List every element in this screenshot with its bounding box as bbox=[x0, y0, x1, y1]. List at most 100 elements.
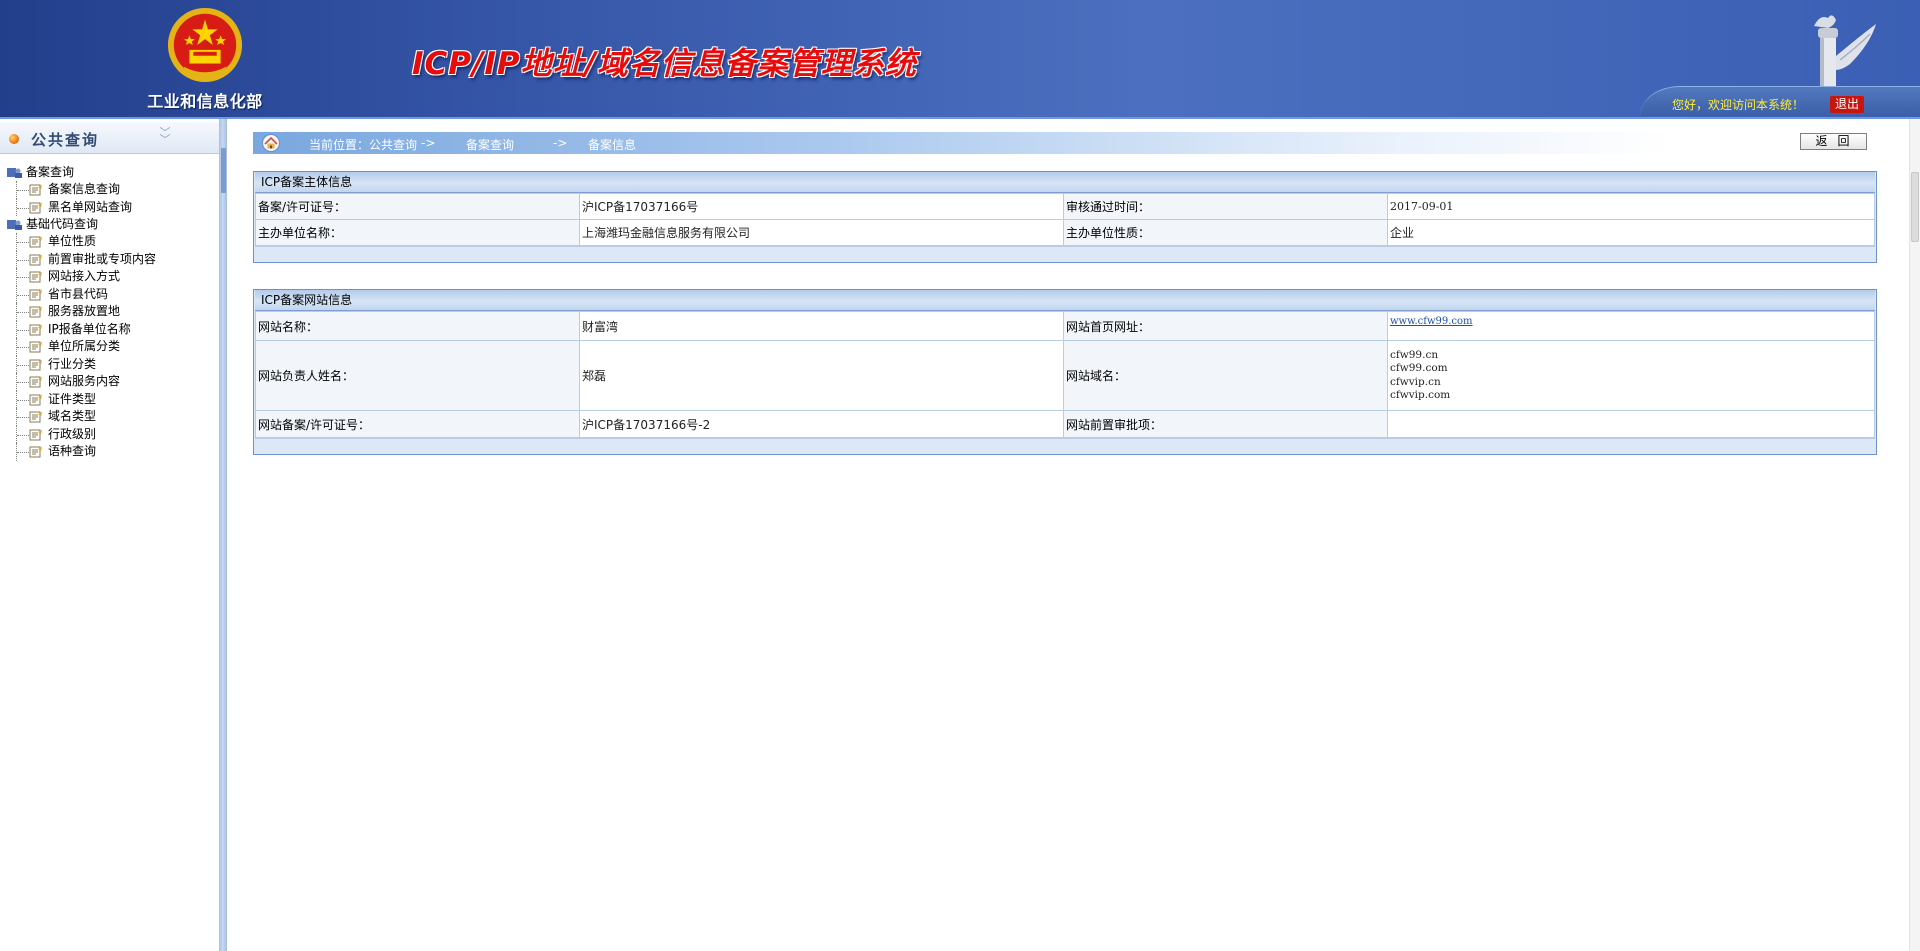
site-license-label: 网站备案/许可证号： bbox=[255, 410, 580, 438]
org-name-value: 上海潍玛金融信息服务有限公司 bbox=[579, 219, 1064, 246]
table-row: 网站负责人姓名： 郑磊 网站域名： cfw99.cn cfw99.com cfw… bbox=[255, 340, 1875, 411]
document-edit-icon bbox=[29, 324, 42, 335]
home-icon[interactable] bbox=[261, 134, 281, 152]
domain-label: 网站域名： bbox=[1063, 340, 1388, 411]
panel-title: ICP备案主体信息 bbox=[255, 172, 1875, 193]
license-label: 备案/许可证号： bbox=[255, 193, 580, 220]
entity-info-panel: ICP备案主体信息 备案/许可证号： 沪ICP备17037166号 审核通过时间… bbox=[253, 171, 1877, 263]
sidebar-item-base-code-3[interactable]: 省市县代码 bbox=[6, 285, 216, 303]
system-title: ICP/IP地址/域名信息备案管理系统 bbox=[412, 46, 917, 82]
sidebar-item-label: 服务器放置地 bbox=[48, 304, 121, 318]
pre-approval-value bbox=[1387, 410, 1875, 438]
scrollbar-thumb[interactable] bbox=[1911, 172, 1919, 242]
sidebar-item-label: IP报备单位名称 bbox=[48, 321, 131, 336]
sidebar-item-base-code-0[interactable]: 单位性质 bbox=[6, 233, 216, 251]
folder-users-icon bbox=[7, 168, 22, 178]
pre-approval-label: 网站前置审批项： bbox=[1063, 410, 1388, 438]
breadcrumb-separator: -> bbox=[553, 136, 568, 150]
tree-group-icp-query: 备案查询 备案信息查询 黑名单网站查询 bbox=[6, 164, 216, 216]
breadcrumb-separator: -> bbox=[421, 136, 436, 150]
domain-item: cfw99.com bbox=[1390, 362, 1448, 374]
sidebar-item-base-code-7[interactable]: 行业分类 bbox=[6, 355, 216, 373]
tree-group-label[interactable]: 基础代码查询 bbox=[6, 216, 216, 233]
sidebar-item-base-code-9[interactable]: 证件类型 bbox=[6, 390, 216, 408]
tree-group-label[interactable]: 备案查询 bbox=[6, 164, 216, 181]
document-edit-icon bbox=[29, 271, 42, 283]
owner-value: 郑磊 bbox=[579, 340, 1064, 411]
owner-label: 网站负责人姓名： bbox=[255, 340, 580, 411]
approve-time-value: 2017-09-01 bbox=[1387, 193, 1875, 220]
site-license-value: 沪ICP备17037166号-2 bbox=[579, 410, 1064, 438]
national-emblem-icon bbox=[167, 7, 243, 83]
sidebar-item-label: 行政级别 bbox=[48, 426, 97, 441]
entity-info-table: 备案/许可证号： 沪ICP备17037166号 审核通过时间： 2017-09-… bbox=[255, 193, 1875, 246]
sidebar-item-label: 单位所属分类 bbox=[48, 339, 121, 353]
sidebar-splitter[interactable] bbox=[219, 119, 227, 951]
domain-list: cfw99.cn cfw99.com cfwvip.cn cfwvip.com bbox=[1387, 340, 1875, 411]
document-edit-icon bbox=[29, 359, 42, 370]
document-edit-icon bbox=[29, 306, 42, 318]
breadcrumb: 当前位置：公共查询 -> 备案查询 -> 备案信息 bbox=[253, 132, 1673, 154]
sidebar-item-base-code-4[interactable]: 服务器放置地 bbox=[6, 303, 216, 321]
bullet-icon bbox=[9, 134, 19, 144]
sidebar: 公共查询 ﹀ ﹀ 备案查询 备案信息查询 黑名单网站查询 基础代码查询 单位性质… bbox=[0, 119, 221, 951]
breadcrumb-icp-info: 备案信息 bbox=[588, 138, 637, 152]
document-edit-icon bbox=[29, 446, 42, 458]
sidebar-item-label: 单位性质 bbox=[48, 234, 97, 248]
chevron-double-down-icon[interactable]: ﹀ ﹀ bbox=[158, 127, 172, 145]
sidebar-item-base-code-1[interactable]: 前置审批或专项内容 bbox=[6, 250, 216, 268]
site-name-value: 财富湾 bbox=[579, 311, 1064, 341]
panel-footer bbox=[255, 246, 1875, 262]
back-button[interactable]: 返回 bbox=[1800, 133, 1867, 150]
document-edit-icon bbox=[29, 289, 42, 300]
sidebar-item-label: 网站接入方式 bbox=[48, 269, 121, 283]
sidebar-item-label: 证件类型 bbox=[48, 391, 97, 406]
table-row: 网站备案/许可证号： 沪ICP备17037166号-2 网站前置审批项： bbox=[255, 410, 1875, 438]
breadcrumb-current-location: 当前位置：公共查询 bbox=[309, 138, 418, 152]
sidebar-item-label: 行业分类 bbox=[48, 356, 97, 371]
sidebar-item-base-code-8[interactable]: 网站服务内容 bbox=[6, 373, 216, 391]
logout-button[interactable]: 退出 bbox=[1830, 96, 1864, 113]
panel-footer bbox=[255, 438, 1875, 454]
table-row: 备案/许可证号： 沪ICP备17037166号 审核通过时间： 2017-09-… bbox=[255, 193, 1875, 220]
site-name-label: 网站名称： bbox=[255, 311, 580, 341]
header-banner: 工业和信息化部 ICP/IP地址/域名信息备案管理系统 您好，欢迎访问本系统！ … bbox=[0, 0, 1920, 119]
document-edit-icon bbox=[29, 411, 42, 423]
document-edit-icon bbox=[29, 254, 42, 265]
collapse-sidebar-handle[interactable] bbox=[221, 148, 226, 193]
sidebar-item-base-code-11[interactable]: 行政级别 bbox=[6, 425, 216, 443]
sidebar-item-label: 省市县代码 bbox=[48, 286, 109, 301]
document-edit-icon bbox=[29, 376, 42, 388]
document-edit-icon bbox=[29, 429, 42, 440]
sidebar-item-label: 语种查询 bbox=[48, 444, 97, 458]
folder-users-icon bbox=[7, 220, 22, 230]
sidebar-header: 公共查询 ﹀ ﹀ bbox=[0, 122, 221, 154]
domain-item: cfw99.cn bbox=[1390, 348, 1439, 361]
sidebar-item-base-code-2[interactable]: 网站接入方式 bbox=[6, 268, 216, 286]
main-content: 当前位置：公共查询 -> 备案查询 -> 备案信息 返回 ICP备案主体信息 备… bbox=[227, 119, 1920, 951]
org-name-label: 主办单位名称： bbox=[255, 219, 580, 246]
sidebar-title: 公共查询 bbox=[31, 131, 100, 149]
document-edit-icon bbox=[29, 202, 42, 213]
panel-title: ICP备案网站信息 bbox=[255, 290, 1875, 311]
org-type-label: 主办单位性质： bbox=[1063, 219, 1388, 246]
welcome-text: 您好，欢迎访问本系统！ bbox=[1672, 98, 1805, 112]
document-edit-icon bbox=[29, 236, 42, 248]
homepage-link[interactable]: www.cfw99.com bbox=[1390, 316, 1473, 327]
scrollbar-track[interactable] bbox=[1909, 119, 1920, 951]
sidebar-item-icp-info-query[interactable]: 备案信息查询 bbox=[6, 181, 216, 199]
ministry-name: 工业和信息化部 bbox=[147, 92, 263, 111]
sidebar-item-base-code-6[interactable]: 单位所属分类 bbox=[6, 338, 216, 356]
approve-time-label: 审核通过时间： bbox=[1063, 193, 1388, 220]
document-edit-icon bbox=[29, 184, 42, 196]
sidebar-item-label: 域名类型 bbox=[48, 409, 97, 423]
homepage-cell: www.cfw99.com bbox=[1387, 311, 1875, 341]
sidebar-item-base-code-10[interactable]: 域名类型 bbox=[6, 408, 216, 426]
table-row: 网站名称： 财富湾 网站首页网址： www.cfw99.com bbox=[255, 311, 1875, 341]
sidebar-item-base-code-5[interactable]: IP报备单位名称 bbox=[6, 320, 216, 338]
sidebar-item-blacklist-query[interactable]: 黑名单网站查询 bbox=[6, 198, 216, 216]
document-edit-icon bbox=[29, 341, 42, 353]
sidebar-item-base-code-12[interactable]: 语种查询 bbox=[6, 443, 216, 461]
nav-tree: 备案查询 备案信息查询 黑名单网站查询 基础代码查询 单位性质 前置审批或专项内… bbox=[6, 164, 216, 461]
site-info-table: 网站名称： 财富湾 网站首页网址： www.cfw99.com 网站负责人姓名：… bbox=[255, 311, 1875, 438]
